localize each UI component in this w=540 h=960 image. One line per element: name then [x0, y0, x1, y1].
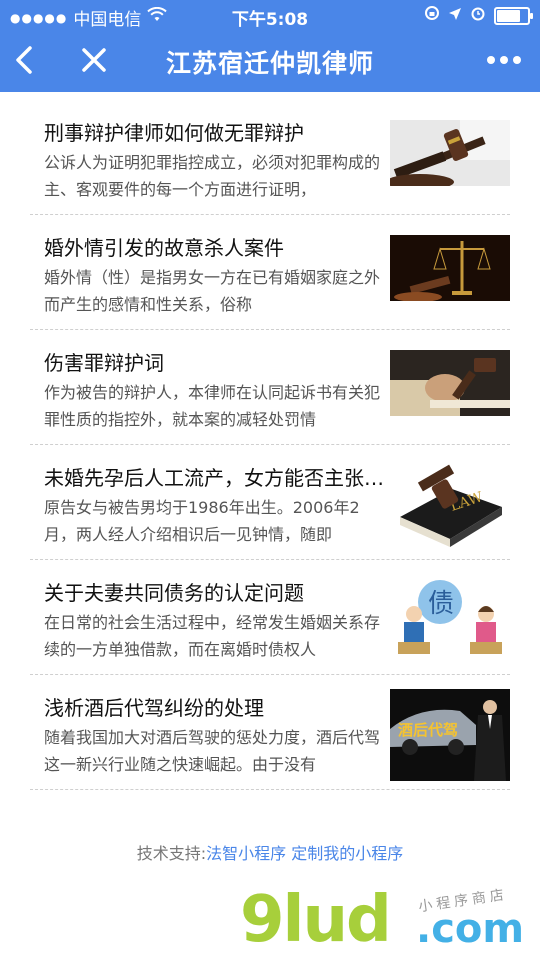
article-item[interactable]: 未婚先孕后人工流产，女方能否主张… 原告女与被告男均于1986年出生。2006年… — [30, 445, 510, 560]
article-list: 刑事辩护律师如何做无罪辩护 公诉人为证明犯罪指控成立，必须对犯罪构成的主、客观要… — [30, 100, 510, 790]
debt-cartoon-image: 债 — [390, 574, 510, 666]
article-text: 浅析酒后代驾纠纷的处理 随着我国加大对酒后驾驶的惩处力度，酒后代驾这一新兴行业随… — [44, 693, 384, 778]
scales-image — [390, 235, 510, 301]
article-summary: 婚外情（性）是指男女一方在已有婚姻家庭之外而产生的感情和性关系，俗称 — [44, 268, 381, 314]
article-title: 刑事辩护律师如何做无罪辩护 — [44, 121, 304, 145]
article-title: 婚外情引发的故意杀人案件 — [44, 236, 284, 260]
svg-text:债: 债 — [428, 589, 454, 619]
more-icon[interactable] — [484, 48, 524, 72]
watermark-brand: 9lud — [240, 883, 392, 957]
footer-prefix: 技术支持: — [136, 844, 207, 863]
watermark-domain: .com — [416, 906, 525, 952]
article-text: 伤害罪辩护词 作为被告的辩护人，本律师在认同起诉书有关犯罪性质的指控外，就本案的… — [44, 348, 384, 433]
article-summary: 公诉人为证明犯罪指控成立，必须对犯罪构成的主、客观要件的每一个方面进行证明， — [44, 153, 381, 199]
article-title: 浅析酒后代驾纠纷的处理 — [44, 696, 264, 720]
battery-icon — [494, 6, 533, 25]
article-item[interactable]: 关于夫妻共同债务的认定问题 在日常的社会生活过程中，经常发生婚姻关系存续的一方单… — [30, 560, 510, 675]
article-item[interactable]: 伤害罪辩护词 作为被告的辩护人，本律师在认同起诉书有关犯罪性质的指控外，就本案的… — [30, 330, 510, 445]
navigation-bar: 江苏宿迁仲凯律师 — [0, 30, 540, 92]
article-item[interactable]: 婚外情引发的故意杀人案件 婚外情（性）是指男女一方在已有婚姻家庭之外而产生的感情… — [30, 215, 510, 330]
article-title: 未婚先孕后人工流产，女方能否主张… — [44, 466, 384, 490]
article-text: 刑事辩护律师如何做无罪辩护 公诉人为证明犯罪指控成立，必须对犯罪构成的主、客观要… — [44, 118, 384, 203]
gavel-hand-image — [390, 350, 510, 416]
status-bar: ●●●●● 中国电信 下午5:08 — [0, 0, 540, 30]
provider-link[interactable]: 法智小程序 — [206, 844, 286, 863]
gavel-image — [390, 120, 510, 186]
rotation-lock-icon — [424, 5, 440, 26]
battery-fill — [497, 9, 520, 22]
status-right — [424, 5, 533, 26]
law-book-image: LAW — [390, 459, 510, 551]
article-summary: 作为被告的辩护人，本律师在认同起诉书有关犯罪性质的指控外，就本案的减轻处罚情 — [44, 383, 381, 429]
thumb-caption: 酒后代驾 — [398, 721, 459, 739]
back-icon[interactable] — [10, 42, 40, 78]
footer: 技术支持:法智小程序 定制我的小程序 — [0, 840, 540, 864]
watermark-logo: 9lud 小程序商店 .com — [240, 883, 540, 960]
page-title: 江苏宿迁仲凯律师 — [165, 49, 374, 78]
article-item[interactable]: 浅析酒后代驾纠纷的处理 随着我国加大对酒后驾驶的惩处力度，酒后代驾这一新兴行业随… — [30, 675, 510, 790]
article-text: 关于夫妻共同债务的认定问题 在日常的社会生活过程中，经常发生婚姻关系存续的一方单… — [44, 578, 384, 663]
article-summary: 原告女与被告男均于1986年出生。2006年2月，两人经人介绍相识后一见钟情，随… — [44, 498, 360, 544]
article-text: 未婚先孕后人工流产，女方能否主张… 原告女与被告男均于1986年出生。2006年… — [44, 463, 384, 548]
article-text: 婚外情引发的故意杀人案件 婚外情（性）是指男女一方在已有婚姻家庭之外而产生的感情… — [44, 233, 384, 318]
designated-driver-image: 酒后代驾 — [390, 689, 510, 781]
alarm-icon — [470, 5, 486, 26]
customize-link[interactable]: 定制我的小程序 — [291, 844, 403, 863]
article-title: 伤害罪辩护词 — [44, 351, 164, 375]
article-title: 关于夫妻共同债务的认定问题 — [44, 581, 304, 605]
location-icon — [448, 6, 462, 26]
article-summary: 在日常的社会生活过程中，经常发生婚姻关系存续的一方单独借款，而在离婚时债权人 — [44, 613, 381, 659]
close-icon[interactable] — [78, 42, 110, 78]
article-item[interactable]: 刑事辩护律师如何做无罪辩护 公诉人为证明犯罪指控成立，必须对犯罪构成的主、客观要… — [30, 100, 510, 215]
article-summary: 随着我国加大对酒后驾驶的惩处力度，酒后代驾这一新兴行业随之快速崛起。由于没有 — [44, 728, 381, 774]
